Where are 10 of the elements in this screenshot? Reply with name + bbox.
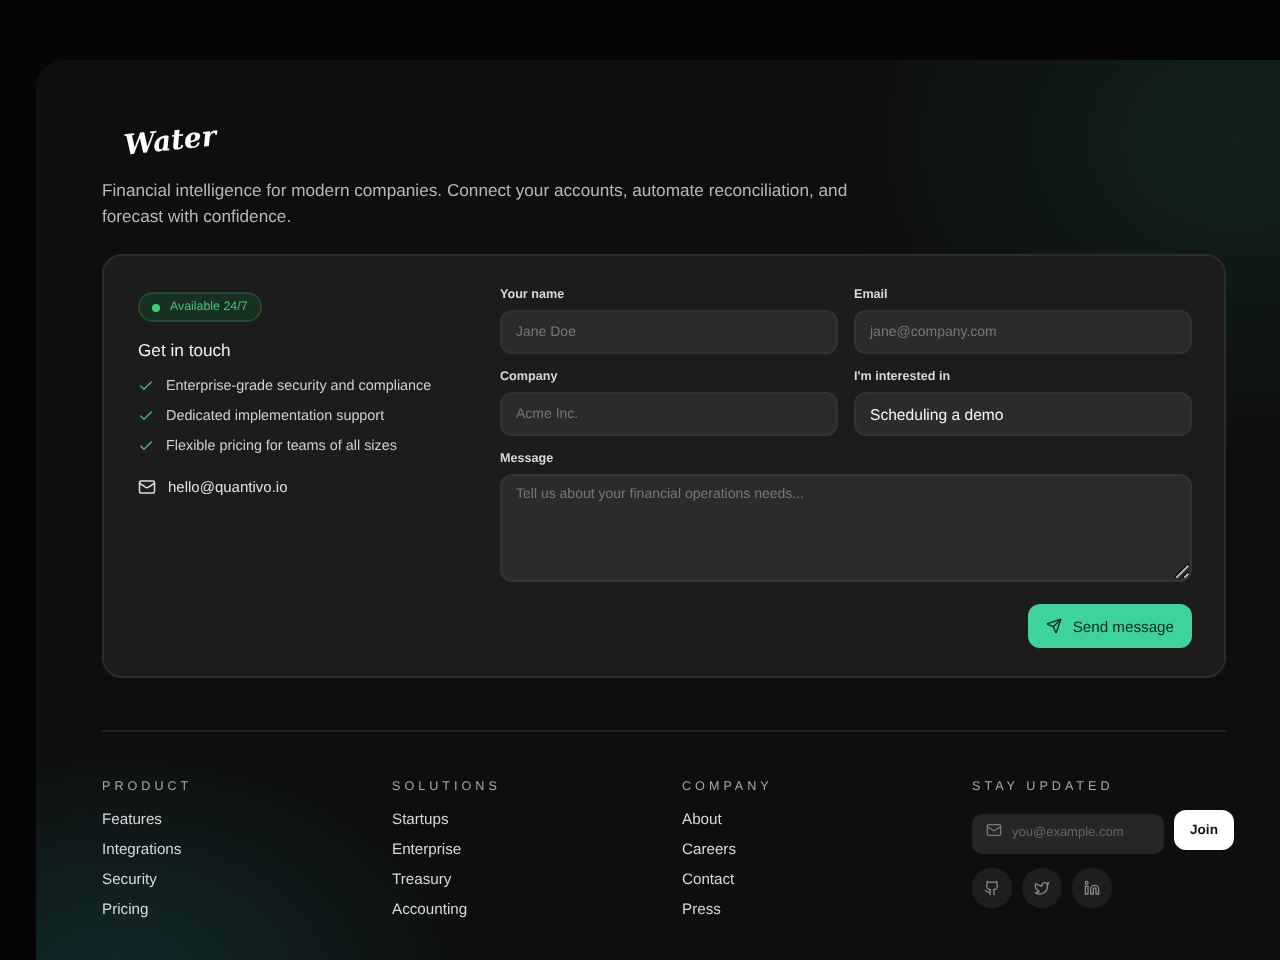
- tagline: Financial intelligence for modern companies. Connect your accounts, automate reconciliation, and forecast with confidence.: [102, 178, 850, 230]
- mail-icon: [986, 822, 1002, 838]
- github-icon[interactable]: [972, 868, 1012, 908]
- contact-title: Get in touch: [138, 340, 233, 360]
- linkedin-icon[interactable]: [1072, 868, 1112, 908]
- send-icon: [1046, 618, 1063, 634]
- twitter-icon[interactable]: [1022, 868, 1062, 908]
- status-dot: [152, 303, 160, 311]
- mail-icon: [138, 478, 156, 496]
- logo: Water: [122, 121, 219, 163]
